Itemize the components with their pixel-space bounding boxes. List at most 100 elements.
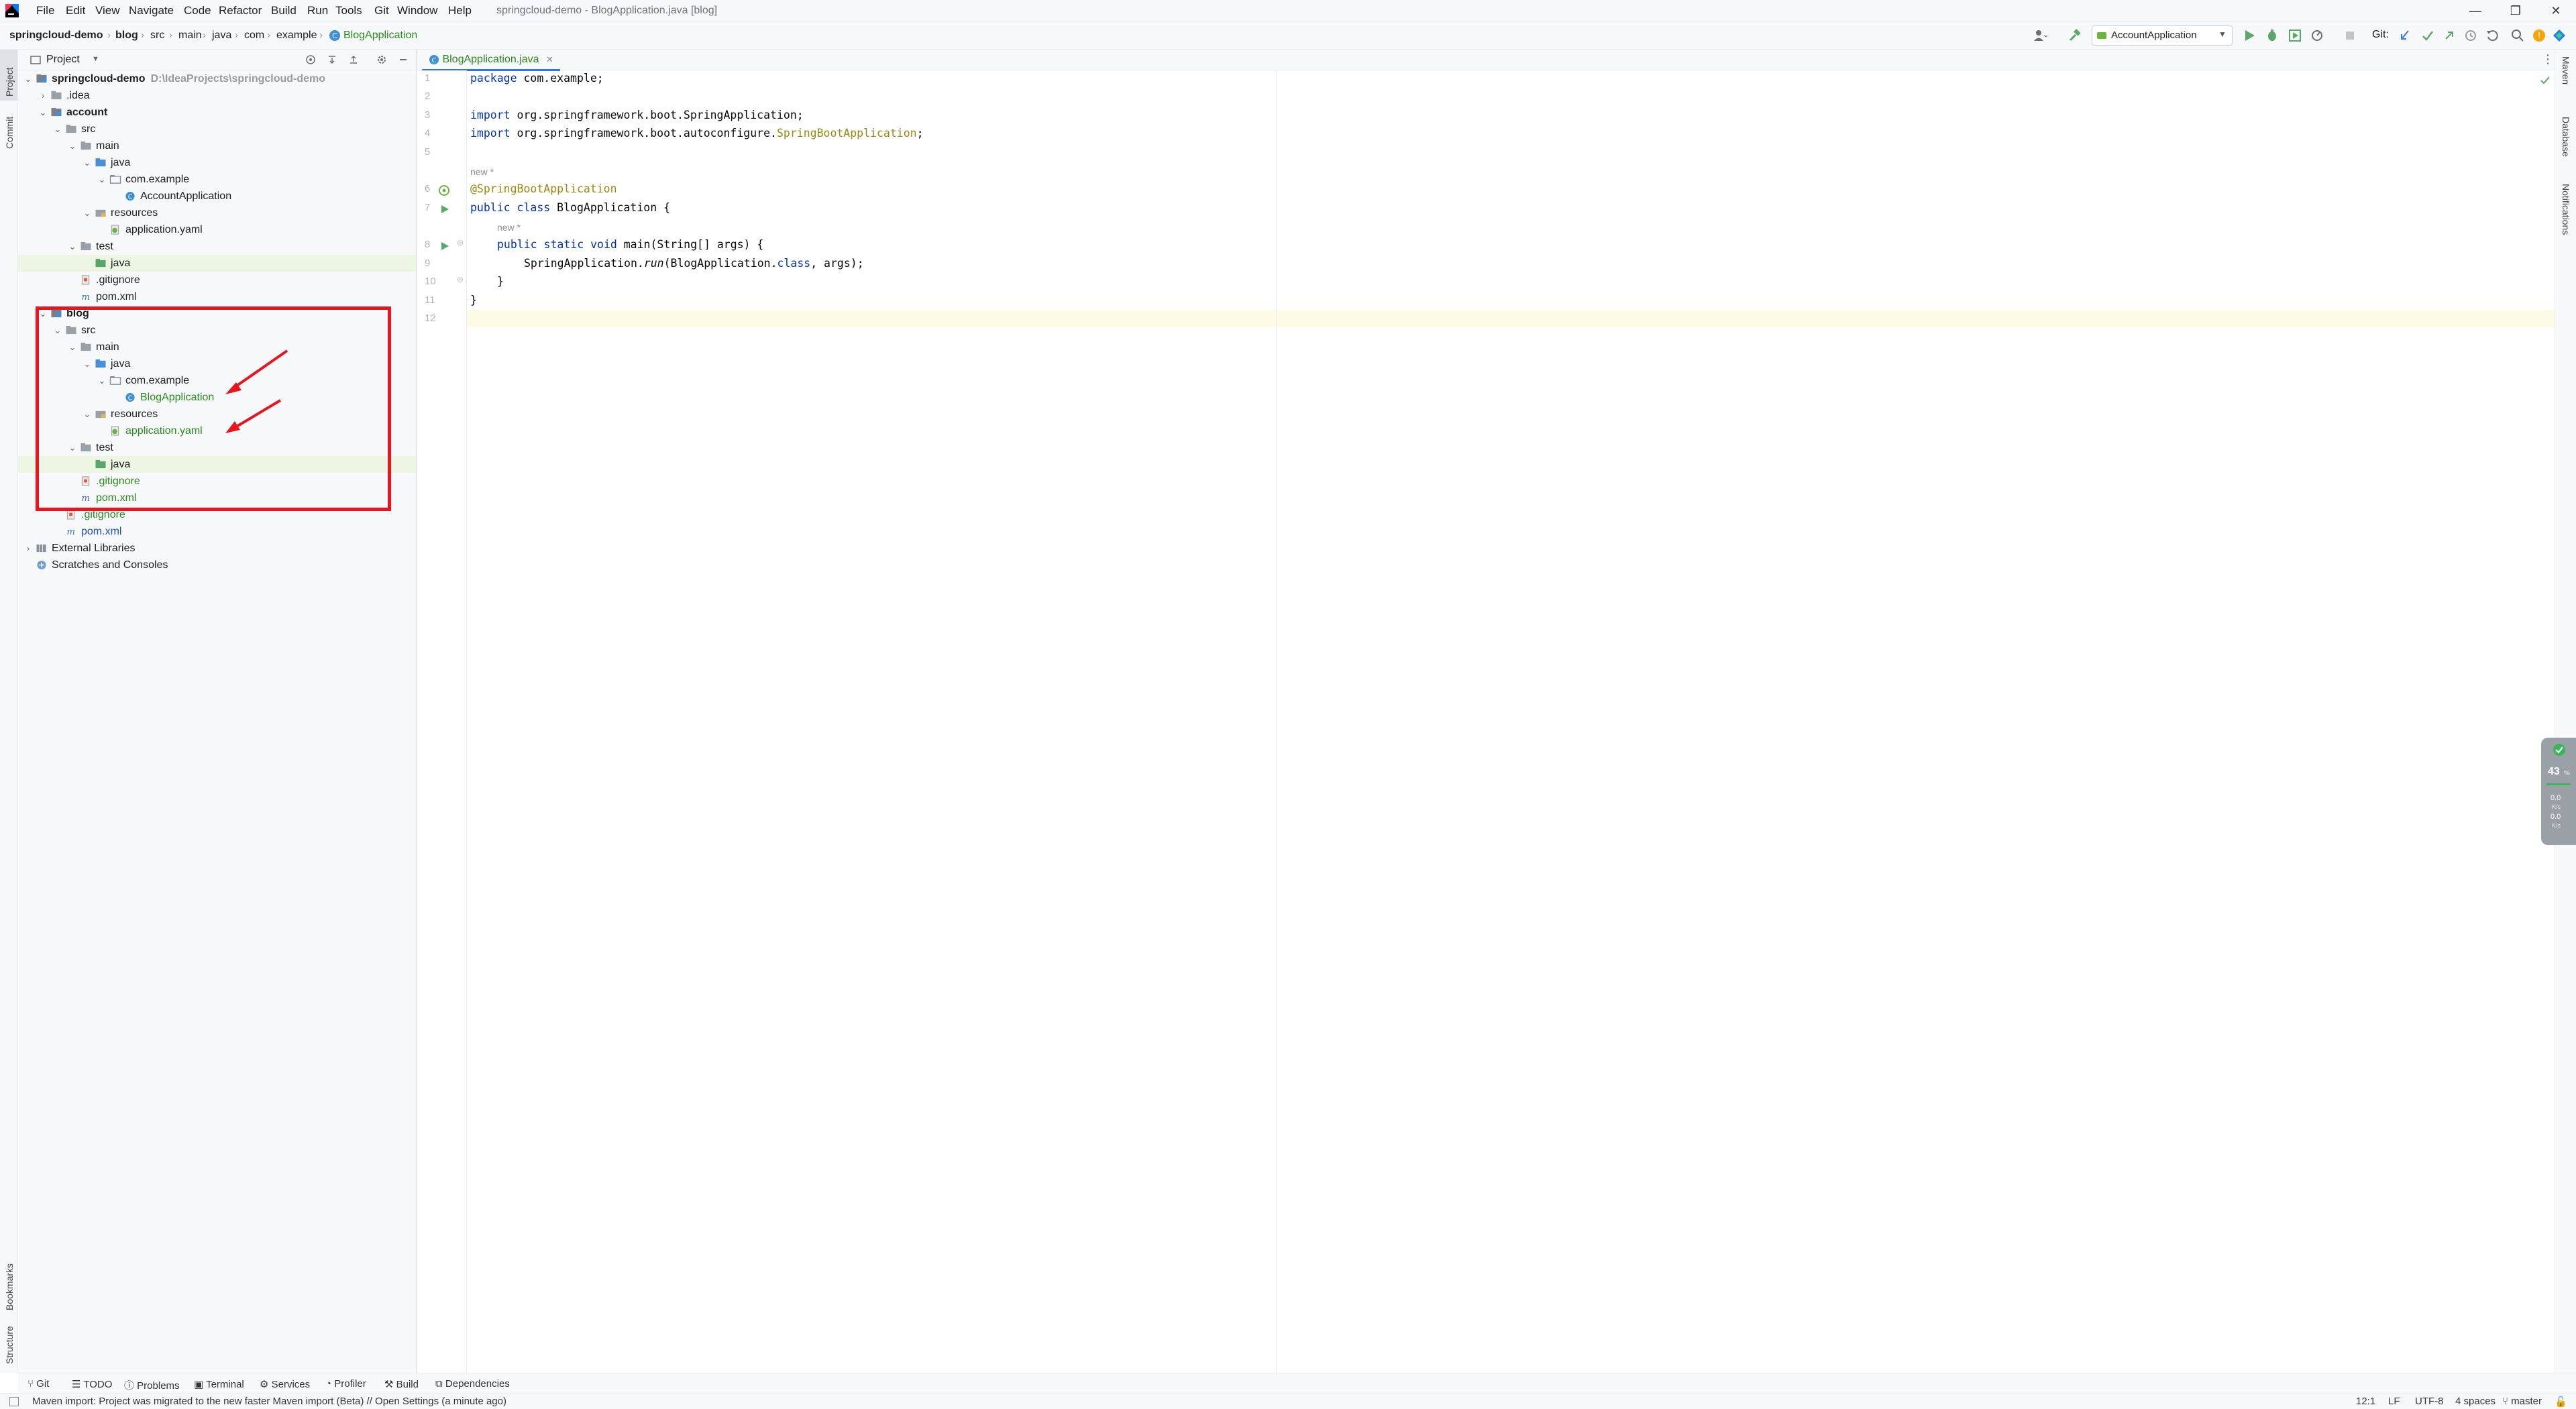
menu-edit[interactable]: Edit	[66, 4, 85, 17]
run-icon[interactable]	[2242, 28, 2257, 43]
menu-git[interactable]: Git	[374, 4, 389, 17]
tree-item[interactable]: Scratches and Consoles	[18, 557, 416, 573]
chevron-down-icon[interactable]: ⌄	[53, 121, 62, 137]
code-line-3[interactable]: import org.springframework.boot.SpringAp…	[470, 109, 804, 121]
no-problems-check-icon[interactable]	[2540, 75, 2551, 86]
maven-tool-button[interactable]: Maven	[2561, 56, 2571, 84]
more-actions-icon[interactable]: ⋮	[2542, 52, 2554, 66]
terminal-tool-tab[interactable]: ▣ Terminal	[194, 1378, 244, 1390]
services-tool-tab[interactable]: ⚙ Services	[260, 1378, 310, 1390]
tree-item[interactable]: ⌄ src	[18, 121, 416, 137]
profiler-icon[interactable]	[2310, 28, 2325, 43]
indent-setting[interactable]: 4 spaces	[2455, 1396, 2496, 1407]
tree-item[interactable]: › .idea	[18, 87, 416, 104]
bookmarks-tool-button[interactable]: Bookmarks	[4, 1263, 15, 1310]
collapse-all-icon[interactable]	[348, 54, 359, 65]
project-panel-title[interactable]: Project	[46, 54, 80, 66]
code-line-11[interactable]: }	[470, 294, 477, 306]
notifications-tool-button[interactable]: Notifications	[2561, 184, 2571, 235]
debug-icon[interactable]	[2265, 28, 2279, 43]
commit-tool-button[interactable]: Commit	[4, 117, 15, 149]
chevron-down-icon[interactable]: ⌄	[38, 104, 48, 121]
build-tool-tab[interactable]: ⚒ Build	[384, 1378, 419, 1390]
code-line-4[interactable]: import org.springframework.boot.autoconf…	[470, 127, 924, 139]
tree-item[interactable]: application.yaml	[18, 221, 416, 238]
code-line-7[interactable]: public class BlogApplication {	[470, 201, 670, 214]
minimize-button[interactable]: —	[2462, 3, 2489, 19]
file-encoding[interactable]: UTF-8	[2415, 1396, 2444, 1407]
lock-icon[interactable]: 🔓	[2555, 1396, 2567, 1408]
chevron-down-icon[interactable]: ⌄	[83, 205, 92, 221]
system-monitor-widget[interactable]: 43 % 0.0 K/s 0.0 K/s	[2541, 738, 2576, 845]
ide-update-icon[interactable]: !	[2532, 28, 2546, 43]
close-tab-icon[interactable]: ✕	[546, 54, 553, 64]
user-account-icon[interactable]	[2033, 28, 2047, 43]
git-push-icon[interactable]	[2442, 28, 2457, 43]
git-history-icon[interactable]	[2463, 28, 2478, 43]
tree-item[interactable]: m pom.xml	[18, 288, 416, 305]
tree-item[interactable]: m pom.xml	[18, 523, 416, 540]
tree-item[interactable]: ⌄ account	[18, 104, 416, 121]
problems-tool-tab[interactable]: ⓘ Problems	[124, 1378, 180, 1392]
menu-file[interactable]: File	[36, 4, 54, 17]
tree-item[interactable]: java	[18, 255, 416, 272]
git-commit-icon[interactable]	[2420, 28, 2435, 43]
fold-icon[interactable]: ⊖	[457, 275, 464, 284]
chevron-down-icon[interactable]: ▼	[92, 55, 99, 63]
tree-item[interactable]: ⌄ java	[18, 154, 416, 171]
editor-tab-blogapplication[interactable]: C BlogApplication.java ✕	[422, 50, 560, 71]
status-toggle-icon[interactable]	[9, 1397, 19, 1406]
tree-item[interactable]: C AccountApplication	[18, 188, 416, 205]
chevron-right-icon[interactable]: ›	[38, 87, 48, 104]
code-line-10[interactable]: }	[497, 275, 504, 288]
menu-help[interactable]: Help	[448, 4, 472, 17]
run-main-gutter-icon[interactable]	[439, 241, 450, 251]
git-tool-tab[interactable]: ⑂ Git	[28, 1378, 49, 1390]
tree-item[interactable]: ⌄ main	[18, 137, 416, 154]
menu-build[interactable]: Build	[271, 4, 297, 17]
breadcrumb-src[interactable]: src	[150, 30, 164, 42]
intellij-logo-icon[interactable]	[5, 4, 19, 17]
spring-bean-gutter-icon[interactable]	[438, 184, 450, 196]
menu-view[interactable]: View	[95, 4, 120, 17]
git-rollback-icon[interactable]	[2485, 28, 2500, 43]
build-hammer-icon[interactable]	[2068, 28, 2082, 43]
menu-tools[interactable]: Tools	[335, 4, 362, 17]
tree-item[interactable]: ⌄ resources	[18, 205, 416, 221]
menu-code[interactable]: Code	[184, 4, 211, 17]
code-line-8[interactable]: public static void main(String[] args) {	[497, 238, 763, 251]
expand-all-icon[interactable]	[327, 54, 337, 65]
close-button[interactable]: ✕	[2542, 3, 2569, 19]
gear-icon[interactable]	[376, 54, 387, 65]
git-branch[interactable]: ⑂ master	[2502, 1396, 2542, 1407]
code-line-1[interactable]: package com.example;	[470, 72, 604, 84]
restore-button[interactable]: ❐	[2502, 3, 2529, 19]
tree-item[interactable]: ⌄ springcloud-demo D:\IdeaProjects\springc…	[18, 70, 416, 87]
breadcrumb-class[interactable]: BlogApplication	[343, 30, 417, 42]
todo-tool-tab[interactable]: ☰ TODO	[72, 1378, 112, 1390]
git-update-icon[interactable]	[2398, 28, 2412, 43]
tree-item[interactable]: ⌄ test	[18, 238, 416, 255]
run-gutter-icon[interactable]	[439, 204, 450, 215]
database-tool-button[interactable]: Database	[2561, 117, 2571, 157]
breadcrumb-example[interactable]: example	[276, 30, 317, 42]
run-configuration-selector[interactable]: AccountApplication ▼	[2092, 25, 2233, 46]
chevron-right-icon[interactable]: ›	[23, 540, 33, 557]
code-line-6[interactable]: @SpringBootApplication	[470, 182, 617, 195]
profiler-tool-tab[interactable]: ◔ Profiler	[325, 1378, 366, 1390]
fold-icon[interactable]: ⊖	[457, 238, 464, 247]
breadcrumb-main[interactable]: main	[178, 30, 202, 42]
chevron-down-icon[interactable]: ⌄	[68, 137, 77, 154]
status-message[interactable]: Maven import: Project was migrated to th…	[32, 1396, 506, 1407]
menu-refactor[interactable]: Refactor	[219, 4, 262, 17]
coverage-icon[interactable]	[2288, 28, 2302, 43]
chevron-down-icon[interactable]: ⌄	[83, 154, 92, 171]
caret-position[interactable]: 12:1	[2356, 1396, 2375, 1407]
menu-run[interactable]: Run	[307, 4, 328, 17]
breadcrumb-project[interactable]: springcloud-demo	[9, 30, 103, 42]
chevron-down-icon[interactable]: ⌄	[97, 171, 107, 188]
structure-tool-button[interactable]: Structure	[4, 1326, 15, 1364]
project-tool-button[interactable]: Project	[4, 67, 15, 97]
jetbrains-ai-icon[interactable]	[2552, 28, 2567, 43]
line-separator[interactable]: LF	[2388, 1396, 2400, 1407]
